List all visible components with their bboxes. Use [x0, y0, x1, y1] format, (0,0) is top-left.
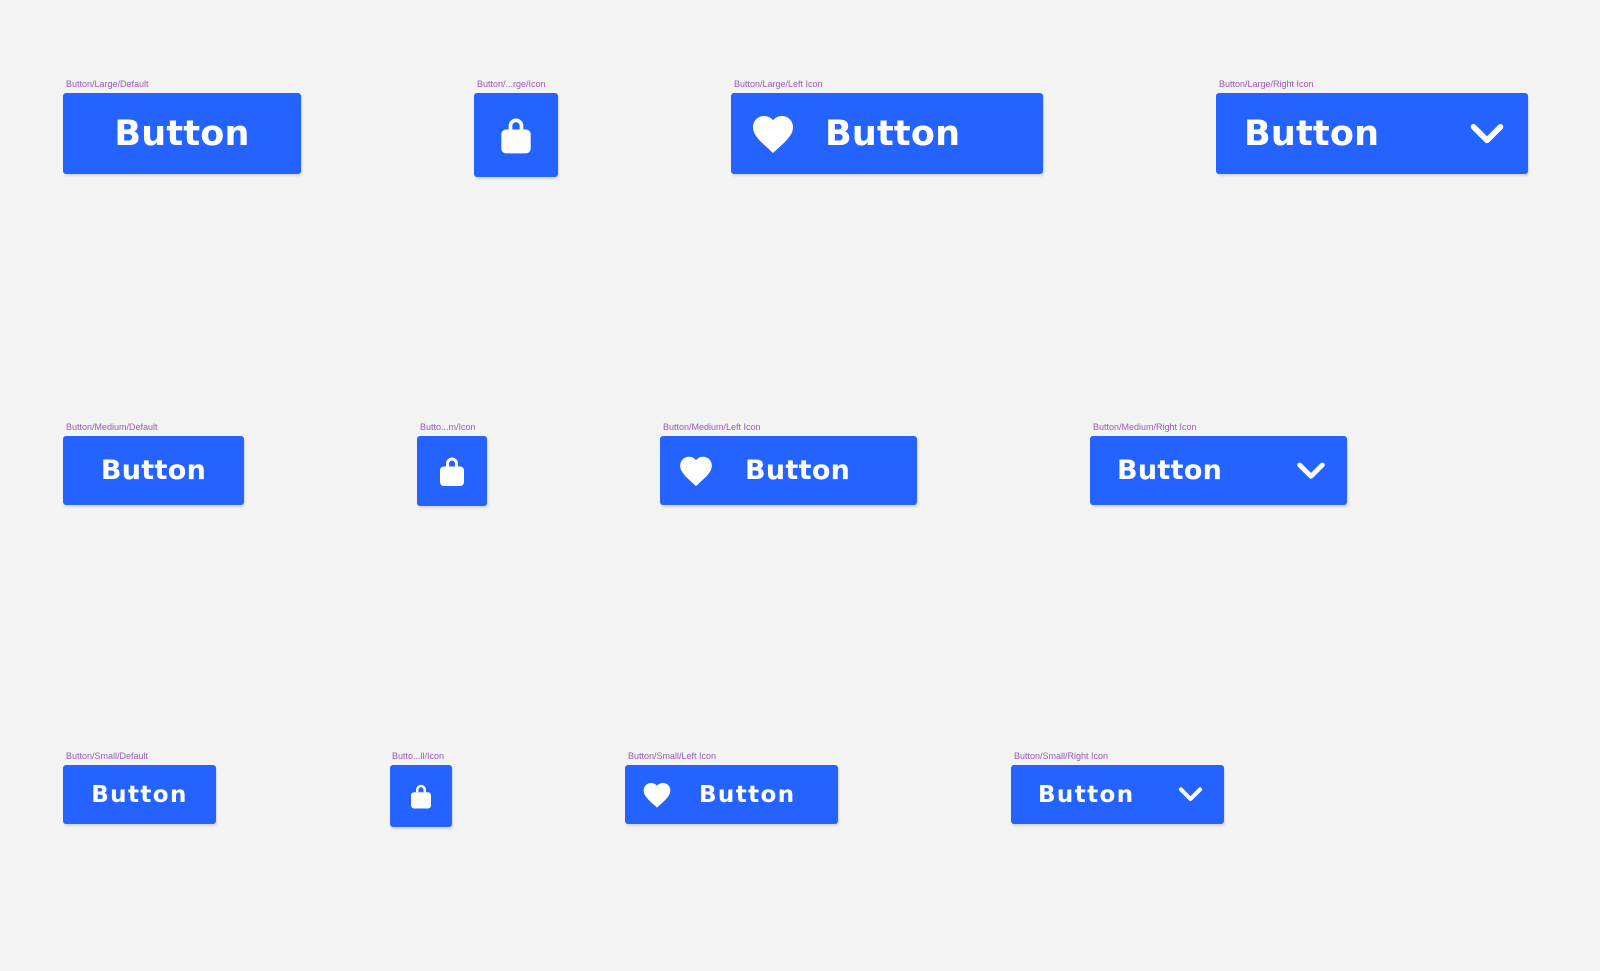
heart-icon	[749, 110, 797, 158]
small-right-icon-button[interactable]: Button	[1011, 765, 1224, 824]
heart-icon	[677, 452, 715, 490]
frame-label-small-left-icon: Button/Small/Left Icon	[628, 751, 717, 761]
button-label: Button	[825, 113, 961, 154]
button-label: Button	[699, 781, 796, 808]
button-label: Button	[91, 781, 188, 808]
shopping-bag-icon	[434, 453, 470, 489]
medium-default-button[interactable]: Button	[63, 436, 244, 505]
chevron-down-icon	[1177, 781, 1204, 808]
medium-left-icon-button[interactable]: Button	[660, 436, 917, 505]
large-right-icon-button[interactable]: Button	[1216, 93, 1528, 174]
shopping-bag-icon	[406, 781, 436, 811]
button-label: Button	[1038, 781, 1135, 808]
frame-label-large-right-icon: Button/Large/Right Icon	[1219, 79, 1314, 89]
chevron-down-icon	[1295, 455, 1327, 487]
medium-right-icon-button[interactable]: Button	[1090, 436, 1347, 505]
frame-label-small-icon: Butto...ll/Icon	[392, 751, 445, 761]
button-label: Button	[114, 113, 250, 154]
frame-label-medium-default: Button/Medium/Default	[66, 422, 158, 432]
button-label: Button	[745, 455, 851, 486]
large-default-button[interactable]: Button	[63, 93, 301, 174]
large-icon-button[interactable]	[474, 93, 558, 177]
frame-label-small-right-icon: Button/Small/Right Icon	[1014, 751, 1109, 761]
shopping-bag-icon	[494, 113, 538, 157]
medium-icon-button[interactable]	[417, 436, 487, 506]
large-left-icon-button[interactable]: Button	[731, 93, 1043, 174]
small-default-button[interactable]: Button	[63, 765, 216, 824]
frame-label-large-left-icon: Button/Large/Left Icon	[734, 79, 823, 89]
frame-label-large-icon: Button/...rge/Icon	[477, 79, 546, 89]
heart-icon	[641, 779, 673, 811]
frame-label-medium-right-icon: Button/Medium/Right Icon	[1093, 422, 1197, 432]
small-left-icon-button[interactable]: Button	[625, 765, 838, 824]
frame-label-small-default: Button/Small/Default	[66, 751, 149, 761]
frame-label-medium-icon: Butto...m/Icon	[420, 422, 476, 432]
frame-label-medium-left-icon: Button/Medium/Left Icon	[663, 422, 761, 432]
chevron-down-icon	[1468, 115, 1506, 153]
frame-label-large-default: Button/Large/Default	[66, 79, 149, 89]
small-icon-button[interactable]	[390, 765, 452, 827]
button-label: Button	[1117, 455, 1223, 486]
button-label: Button	[100, 455, 207, 486]
button-label: Button	[1244, 113, 1380, 154]
